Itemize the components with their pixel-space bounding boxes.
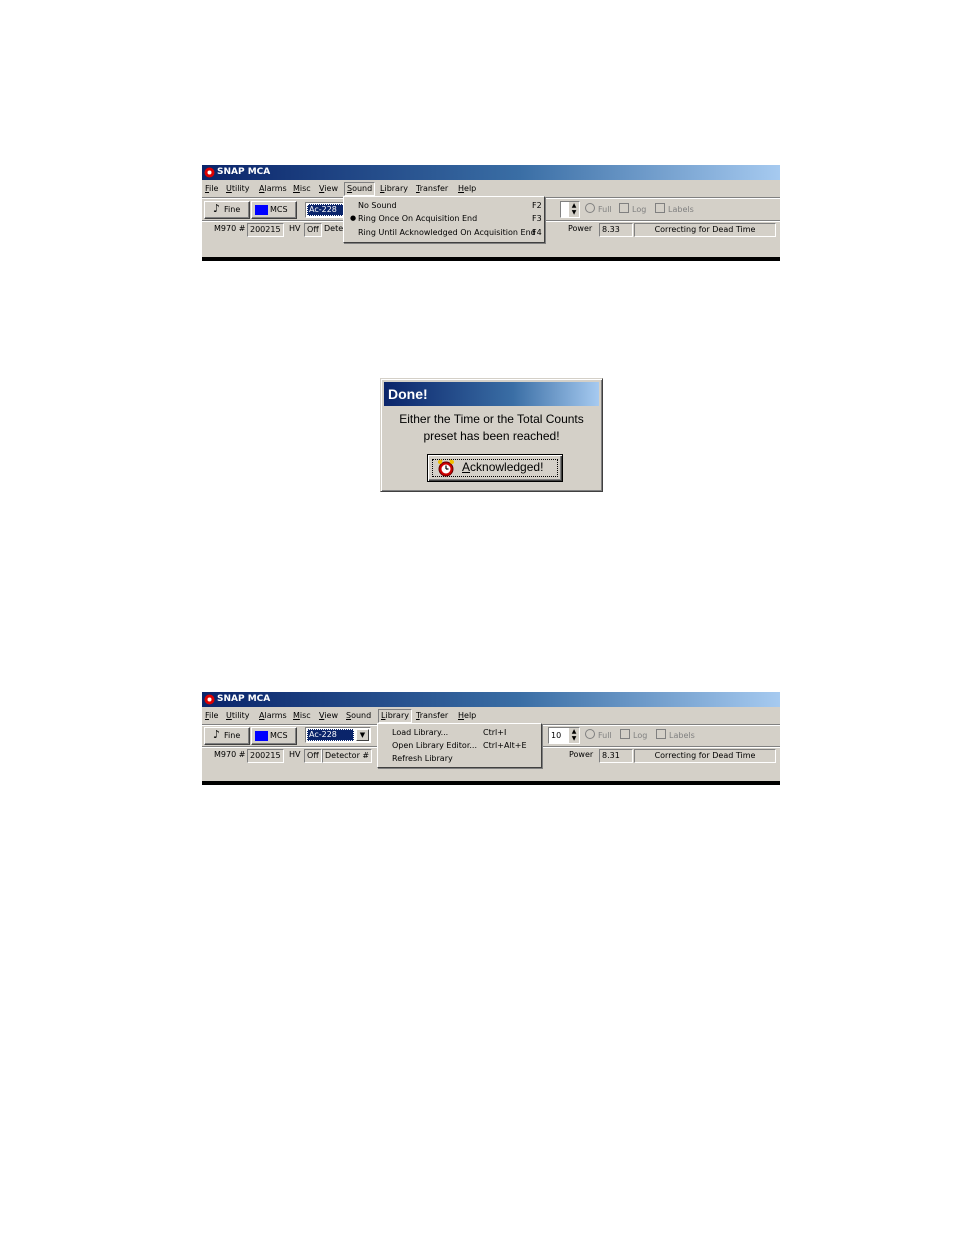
m970-label: M970 # bbox=[214, 750, 246, 759]
dead-time-status: Correcting for Dead Time bbox=[634, 223, 776, 237]
menu-alarms[interactable]: Alarms bbox=[259, 181, 287, 196]
power-value: 8.33 bbox=[599, 223, 633, 237]
power-value: 8.31 bbox=[599, 749, 633, 763]
mcs-color-swatch bbox=[255, 205, 268, 215]
window-title: SNAP MCA bbox=[217, 167, 271, 177]
menu-bar: File Utility Alarms Misc View Sound Libr… bbox=[202, 708, 780, 723]
log-checkbox[interactable]: Log bbox=[619, 203, 646, 216]
checked-bullet-icon: ● bbox=[350, 214, 357, 222]
window-bottom-edge bbox=[202, 781, 780, 785]
menu-item-load-library[interactable]: Load Library... Ctrl+I bbox=[378, 726, 541, 739]
menu-library[interactable]: Library bbox=[380, 181, 408, 196]
hv-label: HV bbox=[289, 750, 301, 759]
mcs-button[interactable]: MCS bbox=[251, 201, 297, 219]
dialog-title-bar[interactable]: Done! bbox=[384, 382, 599, 406]
menu-help[interactable]: Help bbox=[458, 181, 476, 196]
menu-sound[interactable]: Sound bbox=[346, 708, 371, 723]
menu-view[interactable]: View bbox=[319, 181, 338, 196]
menu-item-ring-until-ack[interactable]: Ring Until Acknowledged On Acquisition E… bbox=[344, 226, 544, 239]
music-note-icon: ♪ bbox=[213, 202, 221, 215]
hv-value: Off bbox=[304, 749, 322, 763]
mcs-button[interactable]: MCS bbox=[251, 727, 297, 745]
menu-file[interactable]: File bbox=[205, 708, 218, 723]
alarm-clock-icon bbox=[438, 459, 454, 477]
dialog-title: Done! bbox=[388, 386, 428, 402]
menu-help[interactable]: Help bbox=[458, 708, 476, 723]
hv-label: HV bbox=[289, 224, 301, 233]
fine-button[interactable]: ♪ Fine bbox=[204, 727, 250, 745]
sound-menu-dropdown: No Sound F2 ● Ring Once On Acquisition E… bbox=[343, 196, 545, 243]
menu-file[interactable]: File bbox=[205, 181, 218, 196]
menu-sound[interactable]: Sound bbox=[344, 182, 376, 196]
menu-transfer[interactable]: Transfer bbox=[416, 708, 448, 723]
dialog-message-line-2: preset has been reached! bbox=[423, 429, 560, 443]
music-note-icon: ♪ bbox=[213, 728, 221, 741]
menu-item-open-library-editor[interactable]: Open Library Editor... Ctrl+Alt+E bbox=[378, 739, 541, 752]
isotope-select[interactable]: Ac-228 ▼ bbox=[305, 727, 371, 743]
power-label: Power bbox=[568, 224, 593, 233]
menu-misc[interactable]: Misc bbox=[293, 181, 311, 196]
mcs-color-swatch bbox=[255, 731, 268, 741]
app-icon bbox=[204, 167, 215, 178]
full-radio[interactable]: Full bbox=[585, 729, 612, 742]
m970-label: M970 # bbox=[214, 224, 246, 233]
spin-arrows-icon[interactable]: ▲ ▼ bbox=[569, 202, 579, 217]
dropdown-arrow-icon[interactable]: ▼ bbox=[356, 729, 369, 741]
spin-arrows-icon[interactable]: ▲ ▼ bbox=[569, 728, 579, 743]
menu-alarms[interactable]: Alarms bbox=[259, 708, 287, 723]
dead-time-status: Correcting for Dead Time bbox=[634, 749, 776, 763]
labels-checkbox[interactable]: Labels bbox=[656, 729, 695, 742]
log-checkbox[interactable]: Log bbox=[620, 729, 647, 742]
menu-item-no-sound[interactable]: No Sound F2 bbox=[344, 199, 544, 212]
detector-label: Dete bbox=[324, 224, 344, 233]
snap-mca-window-sound: SNAP MCA File Utility Alarms Misc View S… bbox=[202, 165, 780, 261]
labels-checkbox[interactable]: Labels bbox=[655, 203, 694, 216]
dialog-message-line-1: Either the Time or the Total Counts bbox=[399, 412, 584, 426]
menu-utility[interactable]: Utility bbox=[226, 181, 250, 196]
window-bottom-edge bbox=[202, 257, 780, 261]
hv-value: Off bbox=[304, 223, 322, 237]
menu-misc[interactable]: Misc bbox=[293, 708, 311, 723]
detector-label: Detector # bbox=[322, 749, 373, 763]
menu-item-ring-once[interactable]: ● Ring Once On Acquisition End F3 bbox=[344, 212, 544, 225]
snap-mca-window-library: SNAP MCA File Utility Alarms Misc View S… bbox=[202, 692, 780, 785]
acknowledged-button[interactable]: Acknowledged! bbox=[427, 454, 563, 482]
scale-spinner[interactable]: ▲ ▼ bbox=[560, 201, 580, 218]
library-menu-dropdown: Load Library... Ctrl+I Open Library Edit… bbox=[377, 723, 542, 768]
power-label: Power bbox=[569, 750, 594, 759]
scale-spinner[interactable]: 10 ▲ ▼ bbox=[548, 727, 580, 744]
window-title: SNAP MCA bbox=[217, 694, 271, 704]
menu-item-refresh-library[interactable]: Refresh Library bbox=[378, 752, 541, 765]
title-bar[interactable]: SNAP MCA bbox=[202, 692, 780, 707]
menu-view[interactable]: View bbox=[319, 708, 338, 723]
full-radio[interactable]: Full bbox=[585, 203, 612, 216]
menu-library[interactable]: Library bbox=[378, 709, 412, 723]
menu-transfer[interactable]: Transfer bbox=[416, 181, 448, 196]
app-icon bbox=[204, 694, 215, 705]
serial-value: 200215 bbox=[247, 223, 284, 237]
title-bar[interactable]: SNAP MCA bbox=[202, 165, 780, 180]
menu-utility[interactable]: Utility bbox=[226, 708, 250, 723]
serial-value: 200215 bbox=[247, 749, 284, 763]
fine-button[interactable]: ♪ Fine bbox=[204, 201, 250, 219]
done-dialog: Done! Either the Time or the Total Count… bbox=[380, 378, 603, 492]
menu-bar: File Utility Alarms Misc View Sound Libr… bbox=[202, 181, 780, 196]
